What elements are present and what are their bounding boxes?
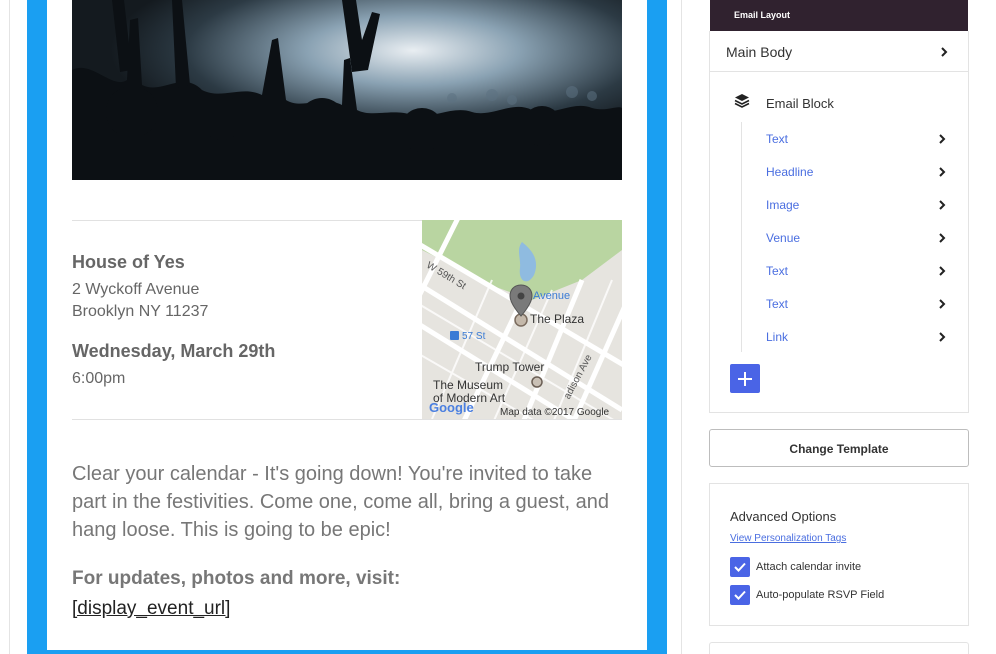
- checkmark-icon: [734, 562, 746, 572]
- main-body-row[interactable]: Main Body: [710, 31, 968, 72]
- chevron-right-icon: [939, 134, 946, 144]
- chevron-right-icon: [939, 233, 946, 243]
- block-item-headline[interactable]: Headline: [760, 161, 960, 183]
- email-layout-title: Email Layout: [734, 10, 791, 20]
- venue-address-line1: 2 Wyckoff Avenue: [72, 281, 200, 298]
- updates-label: For updates, photos and more, visit:: [72, 568, 401, 589]
- main-body-label: Main Body: [726, 44, 793, 60]
- chevron-right-icon: [941, 47, 948, 57]
- checkmark-icon: [734, 590, 746, 600]
- block-item-text-3[interactable]: Text: [760, 293, 960, 315]
- plus-icon: [738, 372, 752, 386]
- auto-populate-rsvp-label: Auto-populate RSVP Field: [756, 589, 885, 601]
- layers-icon: [734, 94, 750, 108]
- map-label-plaza: The Plaza: [530, 312, 585, 326]
- event-time: 6:00pm: [72, 370, 126, 387]
- layout-tree-panel: Main Body Email Block Text Headline Imag…: [709, 31, 969, 413]
- venue-map[interactable]: W 59th St Avenue The Plaza 57 St Trump T…: [422, 220, 622, 419]
- attach-calendar-option: Attach calendar invite: [730, 557, 960, 577]
- block-item-label: Text: [766, 132, 789, 146]
- block-item-venue[interactable]: Venue: [760, 227, 960, 249]
- next-panel-partial: [709, 642, 969, 654]
- map-label-avenue: Avenue: [533, 290, 571, 302]
- chevron-right-icon: [939, 266, 946, 276]
- chevron-right-icon: [939, 332, 946, 342]
- chevron-right-icon: [939, 299, 946, 309]
- venue-address-line2: Brooklyn NY 11237: [72, 303, 209, 320]
- event-url-link[interactable]: [display_event_url]: [72, 598, 230, 620]
- block-item-label: Text: [766, 264, 789, 278]
- map-label-trump-tower: Trump Tower: [475, 360, 545, 374]
- block-item-label: Venue: [766, 231, 801, 245]
- block-item-label: Text: [766, 297, 789, 311]
- auto-populate-rsvp-checkbox[interactable]: [730, 585, 750, 605]
- view-personalization-tags-link[interactable]: View Personalization Tags: [730, 533, 846, 544]
- venue-name: House of Yes: [72, 252, 185, 272]
- block-item-label: Image: [766, 198, 800, 212]
- block-item-link[interactable]: Link: [760, 326, 960, 348]
- chevron-right-icon: [939, 200, 946, 210]
- attach-calendar-checkbox[interactable]: [730, 557, 750, 577]
- email-body-text: Clear your calendar - It's going down! Y…: [72, 463, 609, 541]
- block-item-label: Headline: [766, 165, 814, 179]
- preview-divider-right: [681, 0, 682, 654]
- auto-populate-rsvp-option: Auto-populate RSVP Field: [730, 585, 960, 605]
- advanced-options-panel: Advanced Options View Personalization Ta…: [709, 483, 969, 626]
- change-template-button[interactable]: Change Template: [709, 429, 969, 467]
- block-item-label: Link: [766, 330, 789, 344]
- preview-divider-left: [9, 0, 10, 654]
- change-template-label: Change Template: [789, 442, 889, 456]
- divider-bottom: [72, 419, 622, 420]
- map-attribution: Map data ©2017 Google: [500, 407, 610, 418]
- block-item-text-2[interactable]: Text: [760, 260, 960, 282]
- email-layout-header: Email Layout: [710, 0, 968, 31]
- event-date: Wednesday, March 29th: [72, 341, 276, 361]
- attach-calendar-label: Attach calendar invite: [756, 561, 862, 573]
- map-label-57st: 57 St: [462, 331, 486, 342]
- email-block-label: Email Block: [766, 96, 834, 111]
- hero-concert-image[interactable]: [72, 0, 622, 180]
- google-logo: Google: [429, 400, 474, 415]
- map-label-museum-line1: The Museum: [433, 378, 504, 392]
- chevron-right-icon: [939, 167, 946, 177]
- tree-guide-line: [741, 122, 742, 352]
- block-item-image[interactable]: Image: [760, 194, 960, 216]
- advanced-options-title: Advanced Options: [730, 509, 837, 524]
- add-block-button[interactable]: [730, 364, 760, 393]
- block-item-text-1[interactable]: Text: [760, 128, 960, 150]
